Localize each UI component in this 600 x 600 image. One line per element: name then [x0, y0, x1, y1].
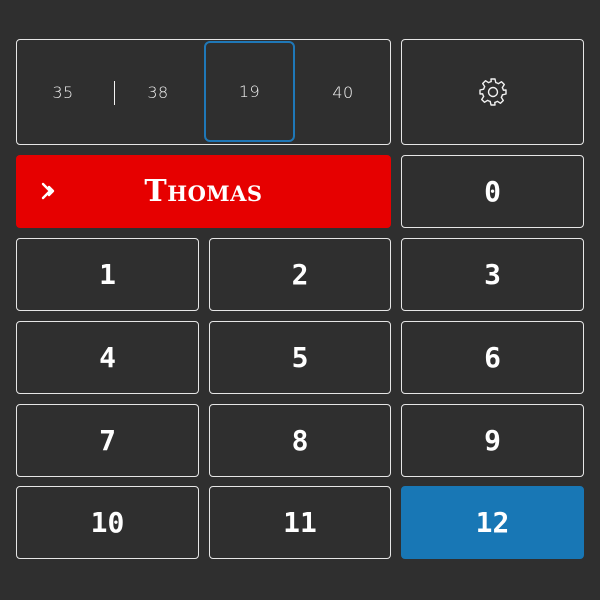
- key-8[interactable]: 8: [209, 404, 391, 477]
- key-2[interactable]: 2: [209, 238, 391, 311]
- settings-button[interactable]: [401, 39, 584, 145]
- key-1[interactable]: 1: [16, 238, 199, 311]
- score-item[interactable]: 35: [17, 40, 109, 144]
- score-item[interactable]: 38: [112, 40, 204, 144]
- gear-icon: [478, 78, 507, 106]
- score-item[interactable]: 40: [297, 40, 389, 144]
- player-name: Thomas: [144, 174, 263, 209]
- player-button[interactable]: Thomas: [16, 155, 391, 228]
- key-12-selected[interactable]: 12: [401, 486, 584, 559]
- key-0[interactable]: 0: [401, 155, 584, 228]
- double-chevron-right-icon: [41, 182, 55, 200]
- key-4[interactable]: 4: [16, 321, 199, 394]
- key-5[interactable]: 5: [209, 321, 391, 394]
- key-9[interactable]: 9: [401, 404, 584, 477]
- key-10[interactable]: 10: [16, 486, 199, 559]
- key-6[interactable]: 6: [401, 321, 584, 394]
- key-7[interactable]: 7: [16, 404, 199, 477]
- score-item-selected[interactable]: 19: [204, 41, 295, 142]
- score-strip: 35 38 19 40: [16, 39, 391, 145]
- key-3[interactable]: 3: [401, 238, 584, 311]
- key-11[interactable]: 11: [209, 486, 391, 559]
